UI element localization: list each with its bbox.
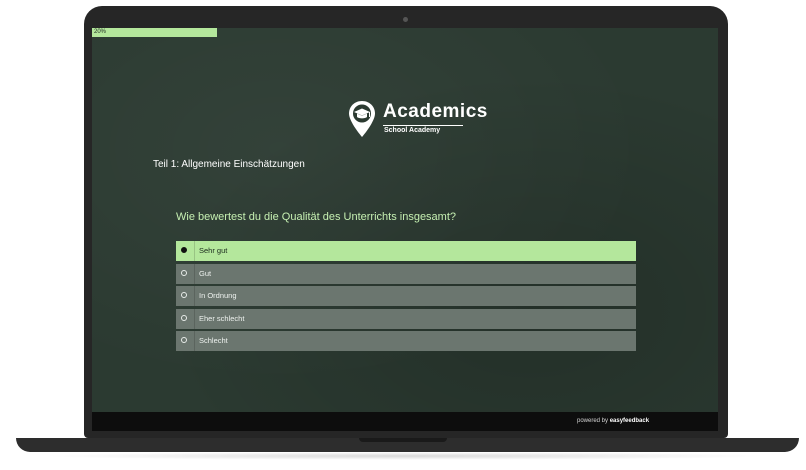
radio-dot-icon — [181, 337, 187, 343]
powered-by-brand[interactable]: easyfeedback — [610, 418, 649, 424]
option-schlecht[interactable]: Schlecht — [176, 331, 636, 351]
option-sehr-gut[interactable]: Sehr gut — [176, 241, 636, 261]
radio-dot-icon — [181, 247, 187, 253]
powered-by-text: powered by easyfeedback — [577, 412, 649, 431]
section-title: Teil 1: Allgemeine Einschätzungen — [153, 159, 305, 170]
radio-dot-icon — [181, 314, 187, 321]
option-label: Gut — [199, 268, 212, 278]
graduation-cap-pin-icon — [349, 101, 375, 137]
logo-title: Academics — [383, 101, 488, 122]
logo-divider — [383, 125, 463, 126]
option-label: In Ordnung — [199, 291, 237, 300]
option-in-ordnung[interactable]: In Ordnung — [176, 286, 636, 306]
footer: powered by easyfeedback — [92, 412, 718, 431]
option-label: Eher schlecht — [199, 313, 245, 323]
radio-dot-icon — [181, 269, 187, 276]
camera-icon — [403, 17, 408, 22]
answer-options: Sehr gut Gut In Ordnung Eher schlecht Sc… — [176, 241, 636, 354]
radio-button[interactable] — [176, 263, 195, 284]
powered-by-prefix: powered by — [577, 418, 609, 424]
radio-button[interactable] — [176, 286, 195, 306]
logo: Academics School Academy — [348, 100, 487, 140]
laptop-notch — [359, 438, 447, 442]
option-gut[interactable]: Gut — [176, 263, 636, 284]
option-eher-schlecht[interactable]: Eher schlecht — [176, 308, 636, 329]
option-label: Sehr gut — [199, 246, 228, 255]
option-label: Schlecht — [199, 336, 228, 345]
progress-label: 20% — [94, 29, 107, 35]
logo-subtitle: School Academy — [384, 127, 441, 134]
progress-bar: 20% — [92, 28, 718, 37]
radio-button[interactable] — [176, 241, 195, 261]
radio-dot-icon — [181, 292, 187, 298]
laptop-shadow — [40, 452, 770, 460]
radio-button[interactable] — [176, 308, 195, 329]
survey-screen: 20% Academics School Academy Teil 1: All… — [92, 28, 718, 431]
radio-button[interactable] — [176, 331, 195, 351]
question-text: Wie bewertest du die Qualität des Unterr… — [176, 211, 457, 223]
progress-fill — [92, 28, 218, 37]
